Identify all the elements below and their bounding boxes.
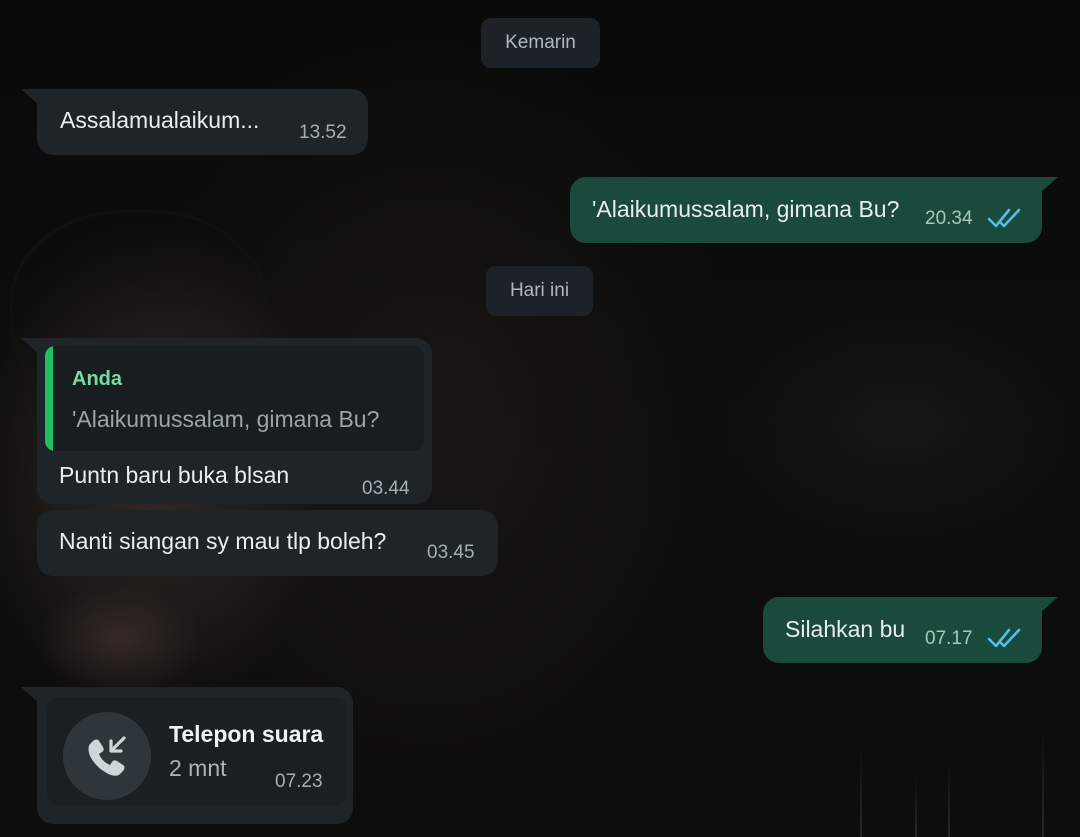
- wallpaper-light-streak: [860, 747, 862, 837]
- wallpaper-light-streak: [915, 777, 917, 837]
- message-time: 20.34: [925, 208, 973, 229]
- voice-call-card[interactable]: Telepon suara 2 mnt 07.23: [47, 697, 347, 805]
- message-text: 'Alaikumussalam, gimana Bu?: [592, 196, 900, 222]
- call-icon-background: [63, 712, 151, 800]
- message-text: Silahkan bu: [785, 616, 906, 642]
- message-bubble-incoming-reply[interactable]: Anda 'Alaikumussalam, gimana Bu? Puntn b…: [37, 338, 432, 504]
- message-time: 07.23: [275, 771, 323, 792]
- message-text: Assalamualaikum...: [60, 107, 260, 133]
- message-bubble-incoming[interactable]: Nanti siangan sy mau tlp boleh? 03.45: [37, 510, 498, 576]
- message-time: 13.52: [299, 122, 347, 143]
- call-type-label: Telepon suara: [169, 721, 324, 747]
- call-log-bubble[interactable]: Telepon suara 2 mnt 07.23: [37, 687, 353, 824]
- message-text: Puntn baru buka blsan: [59, 462, 290, 488]
- quote-author: Anda: [72, 368, 122, 390]
- date-separator-yesterday: Kemarin: [481, 18, 600, 68]
- quote-text: 'Alaikumussalam, gimana Bu?: [72, 406, 380, 432]
- message-bubble-incoming[interactable]: Assalamualaikum... 13.52: [37, 89, 368, 155]
- message-time: 07.17: [925, 628, 973, 649]
- message-bubble-outgoing[interactable]: 'Alaikumussalam, gimana Bu? 20.34: [570, 177, 1042, 243]
- incoming-call-icon: [88, 736, 126, 776]
- bubble-tail: [1040, 177, 1058, 193]
- message-time: 03.44: [362, 478, 410, 499]
- read-ticks-icon: [987, 628, 1021, 648]
- wallpaper-light-streak: [1042, 727, 1044, 837]
- wallpaper-light-streak: [948, 762, 950, 837]
- message-text: Nanti siangan sy mau tlp boleh?: [59, 528, 387, 554]
- message-bubble-outgoing[interactable]: Silahkan bu 07.17: [763, 597, 1042, 663]
- bubble-tail: [1040, 597, 1058, 613]
- message-time: 03.45: [427, 542, 475, 563]
- call-duration: 2 mnt: [169, 755, 227, 781]
- quoted-message[interactable]: Anda 'Alaikumussalam, gimana Bu?: [45, 346, 424, 451]
- date-separator-today: Hari ini: [486, 266, 593, 316]
- quote-accent-bar: [45, 346, 53, 451]
- read-ticks-icon: [987, 208, 1021, 228]
